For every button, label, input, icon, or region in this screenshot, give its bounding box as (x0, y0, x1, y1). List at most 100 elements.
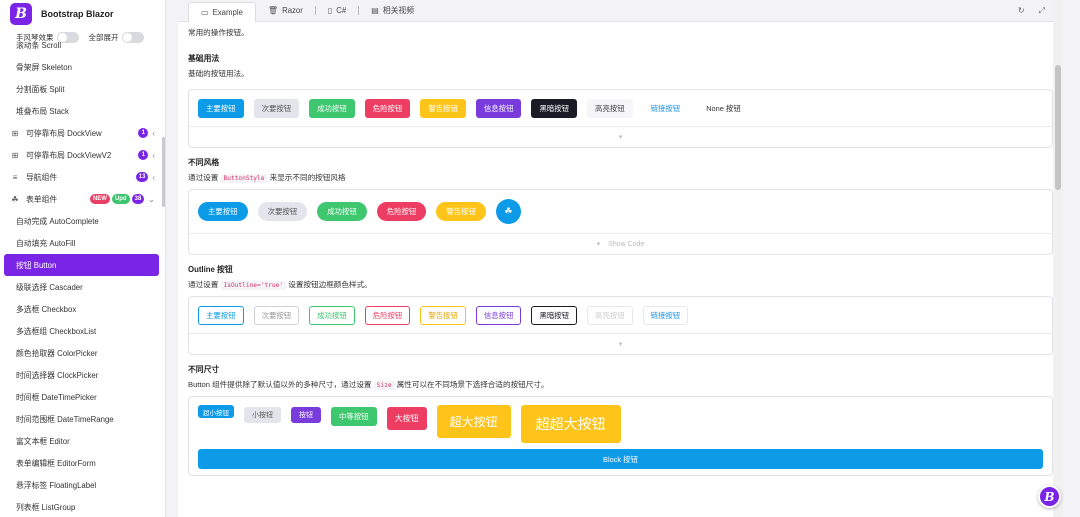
primary-round-button[interactable]: 主要按钮 (198, 202, 248, 221)
sidebar-item-label: 级联选择 Cascader (16, 282, 83, 292)
floating-logo-button[interactable]: B (1038, 485, 1061, 508)
page-scrollbar[interactable] (1053, 0, 1063, 517)
show-code-toggle[interactable]: ▾ (189, 127, 1052, 147)
sidebar-item-listgroup[interactable]: 列表框 ListGroup (0, 496, 165, 517)
primary-button[interactable]: 主要按钮 (198, 98, 244, 118)
desc-text: 来显示不同的按钮风格 (269, 173, 346, 182)
sidebar-item-split[interactable]: 分割面板 Split (0, 78, 165, 100)
demo-body: 主要按钮 次要按钮 成功按钮 危险按钮 警告按钮 信息按钮 黑暗按钮 高亮按钮 … (189, 297, 1052, 334)
sidebar-item-editorform[interactable]: 表单编辑框 EditorForm (0, 452, 165, 474)
list-icon: ≡ (12, 172, 18, 182)
success-round-button[interactable]: 成功按钮 (317, 202, 367, 221)
demo-body: 主要按钮 次要按钮 成功按钮 危险按钮 警告按钮 信息按钮 黑暗按钮 高亮按钮 … (189, 90, 1052, 127)
sidebar-item-button[interactable]: 按钮 Button (4, 254, 159, 276)
sidebar-item-forms[interactable]: ☘ 表单组件 NEW Upd 38 ⌄ (0, 188, 165, 210)
sidebar-item-checkbox[interactable]: 多选框 Checkbox (0, 298, 165, 320)
secondary-round-button[interactable]: 次要按钮 (257, 202, 308, 221)
secondary-button[interactable]: 次要按钮 (253, 98, 300, 118)
tab-tools: ↻ ⤢ (1018, 6, 1045, 16)
new-badge: NEW (89, 194, 110, 204)
tab-label: Example (212, 7, 243, 17)
danger-outline-button[interactable]: 危险按钮 (364, 305, 411, 325)
danger-button[interactable]: 危险按钮 (364, 98, 411, 118)
page-scrollbar-thumb[interactable] (1055, 65, 1061, 190)
sidebar-item-autofill[interactable]: 自动填充 AutoFill (0, 232, 165, 254)
sidebar-item-label: 列表框 ListGroup (16, 502, 76, 512)
sidebar-nav: 滚动条 Scroll 骨架屏 Skeleton 分割面板 Split 堆叠布局 … (0, 34, 165, 517)
dark-button[interactable]: 黑暗按钮 (531, 98, 578, 118)
secondary-outline-button[interactable]: 次要按钮 (253, 305, 300, 325)
sidebar-item-checkboxlist[interactable]: 多选框组 CheckboxList (0, 320, 165, 342)
success-button[interactable]: 成功按钮 (309, 98, 355, 118)
sidebar: B Bootstrap Blazor 手风琴效果 全部展开 滚动条 Scroll… (0, 0, 166, 517)
section-desc-style: 通过设置 ButtonStyle 来显示不同的按钮风格 (188, 172, 1053, 183)
default-size-button[interactable]: 按钮 (291, 407, 321, 423)
show-code-label: Show Code (608, 240, 645, 248)
none-button[interactable]: None 按钮 (698, 99, 749, 118)
extra-large-button[interactable]: 超大按钮 (436, 405, 511, 438)
brand[interactable]: B Bootstrap Blazor (0, 0, 165, 28)
link-button[interactable]: 链接按钮 (643, 99, 689, 118)
warning-outline-button[interactable]: 警告按钮 (420, 305, 466, 325)
fullscreen-icon[interactable]: ⤢ (1039, 6, 1045, 16)
count-badge: 38 (131, 194, 145, 204)
grid-icon: ⊞ (11, 150, 19, 160)
dark-outline-button[interactable]: 黑暗按钮 (531, 305, 578, 325)
small-button[interactable]: 小按钮 (244, 407, 281, 423)
sidebar-item-stack[interactable]: 堆叠布局 Stack (0, 100, 165, 122)
tab-example[interactable]: ▭ Example (188, 1, 256, 22)
sidebar-scrollbar[interactable] (162, 137, 165, 207)
sidebar-item-editor[interactable]: 富文本框 Editor (0, 430, 165, 452)
tab-csharp[interactable]: ▯ C# (316, 2, 358, 20)
sidebar-item-label: 滚动条 Scroll (16, 40, 62, 50)
sidebar-item-label: 表单编辑框 EditorForm (16, 458, 96, 468)
sidebar-item-cascader[interactable]: 级联选择 Cascader (0, 276, 165, 298)
chevron-down-icon: ▾ (618, 134, 623, 141)
code-snippet: ButtonStyle (220, 174, 268, 183)
info-outline-button[interactable]: 信息按钮 (475, 305, 522, 325)
sidebar-item-datetimerange[interactable]: 时间范围框 DateTimeRange (0, 408, 165, 430)
info-button[interactable]: 信息按钮 (475, 98, 522, 118)
show-code-toggle[interactable]: ▾ Show Code (189, 234, 1052, 254)
sidebar-item-dockviewv2[interactable]: ⊞ 可停靠布局 DockViewV2 1 ‹ (0, 144, 165, 166)
brand-title: Bootstrap Blazor (41, 9, 114, 19)
cubes-icon: ☘ (504, 206, 513, 216)
cubes-icon: ☘ (11, 194, 19, 204)
sidebar-item-skeleton[interactable]: 骨架屏 Skeleton (0, 56, 165, 78)
sidebar-item-scroll[interactable]: 滚动条 Scroll (0, 34, 165, 56)
danger-round-button[interactable]: 危险按钮 (376, 202, 427, 221)
sidebar-item-colorpicker[interactable]: 颜色拾取器 ColorPicker (0, 342, 165, 364)
demo-content: 常用的操作按钮。 基础用法 基础的按钮用法。 主要按钮 次要按钮 成功按钮 危险… (178, 22, 1063, 517)
warning-round-button[interactable]: 警告按钮 (436, 202, 486, 221)
medium-button[interactable]: 中等按钮 (331, 407, 377, 426)
success-outline-button[interactable]: 成功按钮 (309, 305, 355, 325)
sidebar-item-datetimepicker[interactable]: 时间框 DateTimePicker (0, 386, 165, 408)
sidebar-item-floatinglabel[interactable]: 悬浮标签 FloatingLabel (0, 474, 165, 496)
light-button[interactable]: 高亮按钮 (587, 98, 633, 118)
chevron-left-icon: ‹ (152, 128, 155, 138)
tab-videos[interactable]: ▤ 相关视频 (359, 2, 426, 20)
sidebar-item-autocomplete[interactable]: 自动完成 AutoComplete (0, 210, 165, 232)
refresh-icon[interactable]: ↻ (1018, 6, 1025, 16)
demo-tabbar: ▭ Example 🗑 Razor ▯ C# ▤ 相关视频 ↻ ⤢ (178, 0, 1063, 22)
sidebar-item-label: 悬浮标签 FloatingLabel (16, 480, 97, 490)
sidebar-item-navigation[interactable]: ≡ 导航组件 13 ‹ (0, 166, 165, 188)
primary-outline-button[interactable]: 主要按钮 (198, 305, 244, 325)
circle-icon-button[interactable]: ☘ (495, 199, 521, 224)
demo-body: 超小按钮 小按钮 按钮 中等按钮 大按钮 超大按钮 超超大按钮 Block 按钮 (189, 397, 1052, 475)
extra-small-button[interactable]: 超小按钮 (198, 405, 234, 418)
demo-size: 超小按钮 小按钮 按钮 中等按钮 大按钮 超大按钮 超超大按钮 Block 按钮 (188, 396, 1053, 476)
show-code-toggle[interactable]: ▾ (189, 334, 1052, 354)
tab-razor[interactable]: 🗑 Razor (256, 2, 315, 20)
tab-label: 相关视频 (382, 6, 414, 15)
sidebar-item-dockview[interactable]: ⊞ 可停靠布局 DockView 1 ‹ (0, 122, 165, 144)
block-button[interactable]: Block 按钮 (198, 449, 1043, 469)
link-outline-button[interactable]: 链接按钮 (642, 305, 689, 325)
sidebar-item-clockpicker[interactable]: 时间选择器 ClockPicker (0, 364, 165, 386)
light-outline-button[interactable]: 高亮按钮 (587, 305, 633, 325)
sidebar-item-label: 多选框 Checkbox (16, 304, 77, 314)
count-badge: 1 (138, 128, 149, 138)
warning-button[interactable]: 警告按钮 (420, 98, 466, 118)
extra-extra-large-button[interactable]: 超超大按钮 (520, 405, 621, 443)
large-button[interactable]: 大按钮 (386, 407, 427, 430)
